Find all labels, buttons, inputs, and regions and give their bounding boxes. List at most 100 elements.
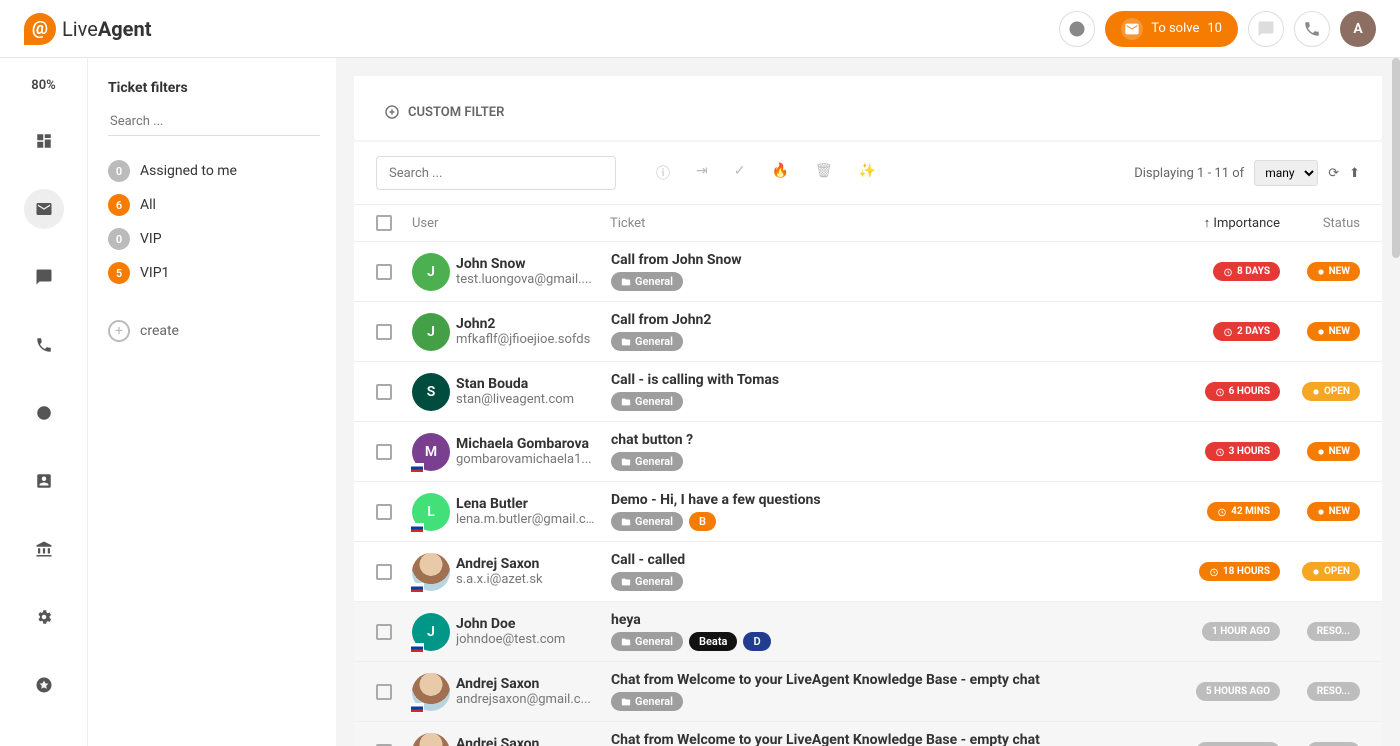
tickets-list: J John Snowtest.luongova@gmail.... Call … — [354, 242, 1382, 746]
delete-button[interactable]: 🗑 — [815, 163, 833, 183]
logo-text: LiveAgent — [62, 17, 151, 41]
ticket-row[interactable]: J John Snowtest.luongova@gmail.... Call … — [354, 242, 1382, 302]
row-avatar: J — [412, 313, 456, 351]
row-status: RESO... — [1280, 742, 1360, 746]
refresh-button[interactable]: ⟳ — [1328, 166, 1339, 181]
nav-percent[interactable]: 80% — [31, 78, 55, 93]
col-user[interactable]: User — [412, 216, 610, 231]
row-avatar: L — [412, 493, 456, 531]
tag: General — [611, 452, 683, 471]
filter-item[interactable]: 0Assigned to me — [108, 154, 320, 188]
row-user: Andrej Saxons.a.x.i@azet.sk — [456, 556, 611, 587]
col-status[interactable]: Status — [1280, 216, 1360, 231]
page-size-select[interactable]: many — [1254, 160, 1318, 186]
nav-contacts[interactable] — [24, 461, 64, 501]
logo-mark-icon — [24, 13, 56, 45]
nav-star[interactable] — [24, 665, 64, 705]
ticket-row[interactable]: S Stan Boudastan@liveagent.com Call - is… — [354, 362, 1382, 422]
upload-button[interactable]: ⬆ — [1349, 166, 1360, 181]
main-content: CUSTOM FILTER ⓘ ⇥ ✓ 🔥 🗑 ✨ Displaying 1 -… — [336, 58, 1400, 746]
scrollbar[interactable] — [1392, 58, 1400, 258]
col-importance[interactable]: ↑ Importance — [1170, 215, 1280, 231]
row-checkbox[interactable] — [376, 684, 412, 700]
row-avatar: M — [412, 433, 456, 471]
row-checkbox[interactable] — [376, 504, 412, 520]
plus-icon: + — [108, 320, 130, 342]
to-solve-button[interactable]: To solve 10 — [1105, 11, 1238, 47]
row-checkbox[interactable] — [376, 564, 412, 580]
tickets-search[interactable] — [376, 156, 616, 190]
tag: General — [611, 632, 683, 651]
logo[interactable]: LiveAgent — [24, 13, 151, 45]
filter-item[interactable]: 0VIP — [108, 222, 320, 256]
nav-kb[interactable] — [24, 529, 64, 569]
chat-header-button[interactable] — [1248, 11, 1284, 47]
row-importance: 3 HOURS — [1170, 442, 1280, 461]
select-all[interactable] — [376, 215, 412, 231]
transfer-button[interactable]: ⇥ — [696, 163, 708, 183]
call-header-button[interactable] — [1294, 11, 1330, 47]
urgent-button[interactable]: 🔥 — [771, 163, 788, 183]
tickets-toolbar: ⓘ ⇥ ✓ 🔥 🗑 ✨ Displaying 1 - 11 of many ⟳ … — [354, 142, 1382, 204]
row-ticket: heya General Beata D — [611, 612, 1170, 651]
row-checkbox[interactable] — [376, 324, 412, 340]
nav-chat[interactable] — [24, 257, 64, 297]
flag-icon — [410, 523, 424, 533]
ticket-row[interactable]: Andrej Saxonandrejsaxon@gmail.c... Chat … — [354, 662, 1382, 722]
ticket-row[interactable]: M Michaela Gombarovagombarovamichaela1..… — [354, 422, 1382, 482]
tag: General — [611, 692, 683, 711]
header-actions: To solve 10 A — [1059, 11, 1376, 47]
row-ticket: Call - called General — [611, 552, 1170, 591]
resolve-button[interactable]: ✓ — [734, 163, 746, 183]
add-button[interactable] — [1059, 11, 1095, 47]
row-checkbox[interactable] — [376, 444, 412, 460]
info-button[interactable]: ⓘ — [656, 163, 670, 183]
custom-filter-label: CUSTOM FILTER — [408, 105, 504, 120]
plus-circle-icon — [384, 104, 400, 120]
filter-label: VIP1 — [140, 265, 169, 281]
filter-item[interactable]: 5VIP1 — [108, 256, 320, 290]
user-avatar[interactable]: A — [1340, 11, 1376, 47]
nav-rail: 80% — [0, 58, 88, 746]
row-user: John2mfkaflf@jfioejioe.sofds — [456, 316, 611, 347]
tag: B — [689, 512, 716, 531]
nav-reports[interactable] — [24, 393, 64, 433]
filter-label: Assigned to me — [140, 163, 237, 179]
ticket-row[interactable]: Andrej Saxons.a.x.i@azet.sk Call - calle… — [354, 542, 1382, 602]
row-status: NEW — [1280, 502, 1360, 521]
nav-tickets[interactable] — [24, 189, 64, 229]
col-ticket[interactable]: Ticket — [610, 216, 1170, 231]
create-label: create — [140, 323, 179, 339]
row-checkbox[interactable] — [376, 624, 412, 640]
row-checkbox[interactable] — [376, 264, 412, 280]
nav-calls[interactable] — [24, 325, 64, 365]
filter-item[interactable]: 6All — [108, 188, 320, 222]
row-ticket: Call from John2 General — [611, 312, 1170, 351]
custom-filter-bar[interactable]: CUSTOM FILTER — [354, 76, 1382, 140]
row-avatar: S — [412, 373, 456, 411]
row-user: John Doejohndoe@test.com — [456, 616, 611, 647]
ticket-row[interactable]: J John2mfkaflf@jfioejioe.sofds Call from… — [354, 302, 1382, 362]
filter-label: All — [140, 197, 156, 213]
tag: General — [611, 272, 683, 291]
to-solve-label: To solve — [1151, 21, 1199, 36]
create-filter[interactable]: + create — [108, 320, 320, 342]
toolbar-right: Displaying 1 - 11 of many ⟳ ⬆ — [1134, 160, 1360, 186]
gear-icon — [35, 608, 53, 626]
dashboard-icon — [35, 132, 53, 150]
donut-icon — [35, 404, 53, 422]
ticket-row[interactable]: Andrej Saxonandrejsaxon@gmail.c... Chat … — [354, 722, 1382, 746]
merge-button[interactable]: ✨ — [859, 163, 876, 183]
tag: General — [611, 332, 683, 351]
nav-settings[interactable] — [24, 597, 64, 637]
row-checkbox[interactable] — [376, 384, 412, 400]
ticket-row[interactable]: L Lena Butlerlena.m.butler@gmail.c... De… — [354, 482, 1382, 542]
row-ticket: Chat from Welcome to your LiveAgent Know… — [611, 672, 1170, 711]
ticket-row[interactable]: J John Doejohndoe@test.com heya General … — [354, 602, 1382, 662]
tag: Beata — [689, 632, 737, 651]
row-importance: 6 HOURS — [1170, 382, 1280, 401]
filters-search[interactable] — [108, 108, 320, 136]
nav-dashboard[interactable] — [24, 121, 64, 161]
row-user: Andrej Saxonandrejsaxon@gmail.c... — [456, 736, 611, 746]
filters-title: Ticket filters — [108, 80, 320, 96]
